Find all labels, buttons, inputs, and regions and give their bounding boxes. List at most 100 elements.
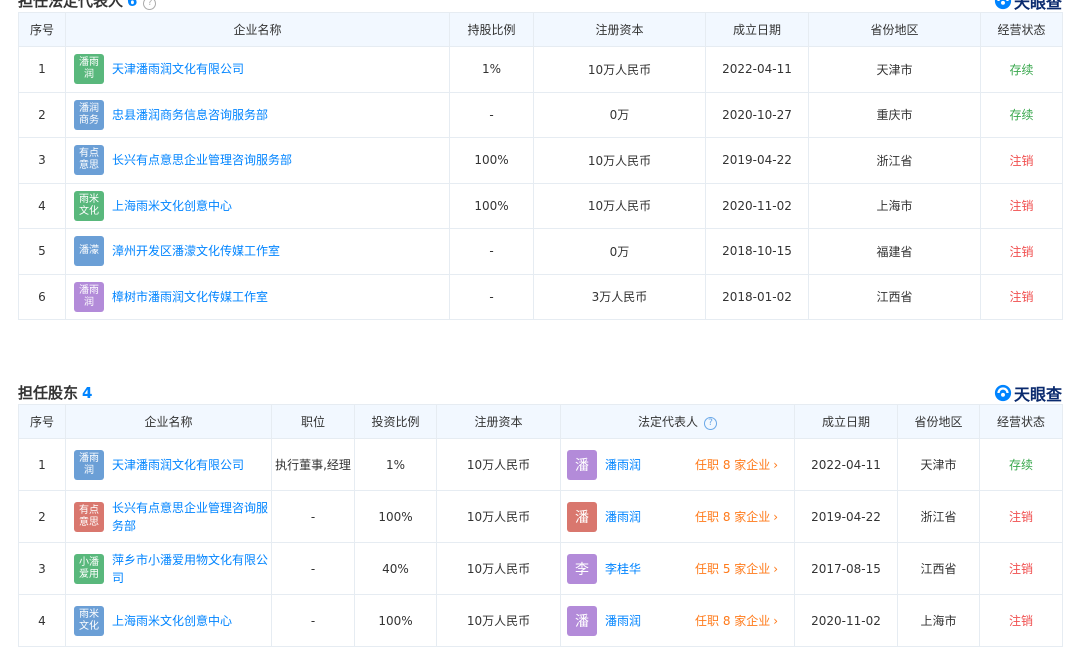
region: 福建省 [808,228,981,275]
company-cell: 小潘爱用 萍乡市小潘爱用物文化有限公司 [65,542,272,595]
founded-date: 2020-10-27 [705,91,809,138]
column-header: 成立日期 [705,12,809,47]
status-badge: 注销 [980,182,1063,229]
avatar[interactable]: 李 [567,553,597,584]
positions-link[interactable]: 任职 8 家企业 › [695,508,778,525]
row-number: 4 [18,594,66,647]
company-cell: 潘润商务 忠县潘润商务信息咨询服务部 [65,91,450,138]
company-wrap: 小潘爱用 萍乡市小潘爱用物文化有限公司 [74,551,271,587]
company-link[interactable]: 上海雨米文化创意中心 [112,197,232,215]
company-cell: 雨米文化 上海雨米文化创意中心 [65,182,450,229]
company-link[interactable]: 天津潘雨润文化有限公司 [112,456,244,474]
shareholder-header: 担任股东 4 天眼查 [18,380,1062,404]
row-number: 3 [18,137,66,184]
positions-link[interactable]: 任职 8 家企业 › [695,612,778,629]
legal-rep-name[interactable]: 李桂华 [605,560,695,577]
company-logo[interactable]: 潘雨润 [74,281,104,312]
legal-rep-name[interactable]: 潘雨润 [605,508,695,525]
company-link[interactable]: 长兴有点意思企业管理咨询服务部 [112,499,271,535]
section-title: 担任股东 4 [18,382,92,403]
company-wrap: 潘雨润 樟树市潘雨润文化传媒工作室 [74,281,449,312]
section-title-text: 担任法定代表人 [18,0,124,10]
registered-capital: 10万人民币 [436,490,561,543]
company-link[interactable]: 天津潘雨润文化有限公司 [112,60,244,78]
company-logo[interactable]: 潘雨润 [74,54,104,85]
company-link[interactable]: 长兴有点意思企业管理咨询服务部 [112,151,292,169]
column-header: 序号 [18,12,66,47]
region: 江西省 [897,542,980,595]
brand-name: 天眼查 [1013,0,1062,12]
row-number: 4 [18,182,66,229]
company-logo[interactable]: 潘润商务 [74,99,104,130]
registered-capital: 10万人民币 [533,46,706,93]
avatar[interactable]: 潘 [567,605,597,636]
row-number: 6 [18,273,66,320]
positions-link-label: 任职 8 家企业 [695,510,771,524]
company-link[interactable]: 樟树市潘雨润文化传媒工作室 [112,288,268,306]
section-count: 4 [82,384,93,402]
column-header-label: 成立日期 [821,415,870,429]
registered-capital: 0万 [533,228,706,275]
column-header: 职位 [271,404,355,439]
legal-rep-cell: 潘潘雨润 任职 8 家企业 › [560,438,795,491]
column-header: 省份地区 [808,12,981,47]
registered-capital: 10万人民币 [533,137,706,184]
table-row: 6 潘雨润 樟树市潘雨润文化传媒工作室 -3万人民币 2018-01-02 江西省 注销 [18,273,1063,320]
company-wrap: 有点意思 长兴有点意思企业管理咨询服务部 [74,499,271,535]
positions-link[interactable]: 任职 8 家企业 › [695,456,778,473]
column-header: 企业名称 [65,12,450,47]
investment-ratio: 40% [354,542,437,595]
help-icon[interactable]: ? [704,417,717,430]
company-link[interactable]: 上海雨米文化创意中心 [112,612,232,630]
company-link[interactable]: 漳州开发区潘濛文化传媒工作室 [112,242,280,260]
share-ratio: 100% [449,137,534,184]
legal-rep-name[interactable]: 潘雨润 [605,612,695,629]
share-ratio: - [449,273,534,320]
table-row: 2 潘润商务 忠县潘润商务信息咨询服务部 -0万 2020-10-27 重庆市 存续 [18,91,1063,138]
company-logo[interactable]: 有点意思 [74,145,104,176]
company-logo[interactable]: 雨米文化 [74,190,104,221]
founded-date: 2020-11-02 [705,182,809,229]
avatar[interactable]: 潘 [567,501,597,532]
legal-rep-wrap: 李李桂华 任职 5 家企业 › [567,553,794,584]
founded-date: 2022-04-11 [794,438,898,491]
region: 江西省 [808,273,981,320]
share-ratio: 1% [449,46,534,93]
company-cell: 潘雨润 天津潘雨润文化有限公司 [65,438,272,491]
company-logo[interactable]: 雨米文化 [74,605,104,636]
avatar[interactable]: 潘 [567,449,597,480]
company-wrap: 有点意思 长兴有点意思企业管理咨询服务部 [74,145,449,176]
company-link[interactable]: 萍乡市小潘爱用物文化有限公司 [112,551,271,587]
column-header: 注册资本 [436,404,561,439]
column-header: 成立日期 [794,404,898,439]
positions-link-label: 任职 8 家企业 [695,614,771,628]
founded-date: 2017-08-15 [794,542,898,595]
company-logo[interactable]: 有点意思 [74,501,104,532]
column-header-label: 企业名称 [144,415,193,429]
company-cell: 有点意思 长兴有点意思企业管理咨询服务部 [65,137,450,184]
help-icon[interactable]: ? [143,0,157,10]
company-wrap: 潘雨润 天津潘雨润文化有限公司 [74,449,271,480]
shareholder-table: 序号 企业名称 职位 投资比例 注册资本 法定代表人? 成立日期 省份地区 经营状态 1 潘雨润天… [18,404,1063,647]
positions-link[interactable]: 任职 5 家企业 › [695,560,778,577]
registered-capital: 0万 [533,91,706,138]
legal-rep-name[interactable]: 潘雨润 [605,456,695,473]
position: 执行董事,经理 [271,438,355,491]
company-logo[interactable]: 潘雨润 [74,449,104,480]
region: 天津市 [897,438,980,491]
status-badge: 注销 [979,542,1063,595]
table-row: 4 雨米文化 上海雨米文化创意中心 -100% 10万人民币潘潘雨润 任职 8 家企业 › 2… [18,594,1063,647]
table-row: 3 小潘爱用 萍乡市小潘爱用物文化有限公司 -40% 10万人民币李李桂华 任职 5 家企… [18,542,1063,595]
registered-capital: 10万人民币 [533,182,706,229]
founded-date: 2019-04-22 [794,490,898,543]
legal-rep-cell: 潘潘雨润 任职 8 家企业 › [560,490,795,543]
company-cell: 有点意思 长兴有点意思企业管理咨询服务部 [65,490,272,543]
region: 浙江省 [897,490,980,543]
company-link[interactable]: 忠县潘润商务信息咨询服务部 [112,106,268,124]
company-logo[interactable]: 潘濛 [74,236,104,267]
column-header: 注册资本 [533,12,706,47]
company-wrap: 潘雨润 天津潘雨润文化有限公司 [74,54,449,85]
column-header-label: 注册资本 [474,415,523,429]
company-logo[interactable]: 小潘爱用 [74,553,104,584]
company-cell: 潘雨润 天津潘雨润文化有限公司 [65,46,450,93]
